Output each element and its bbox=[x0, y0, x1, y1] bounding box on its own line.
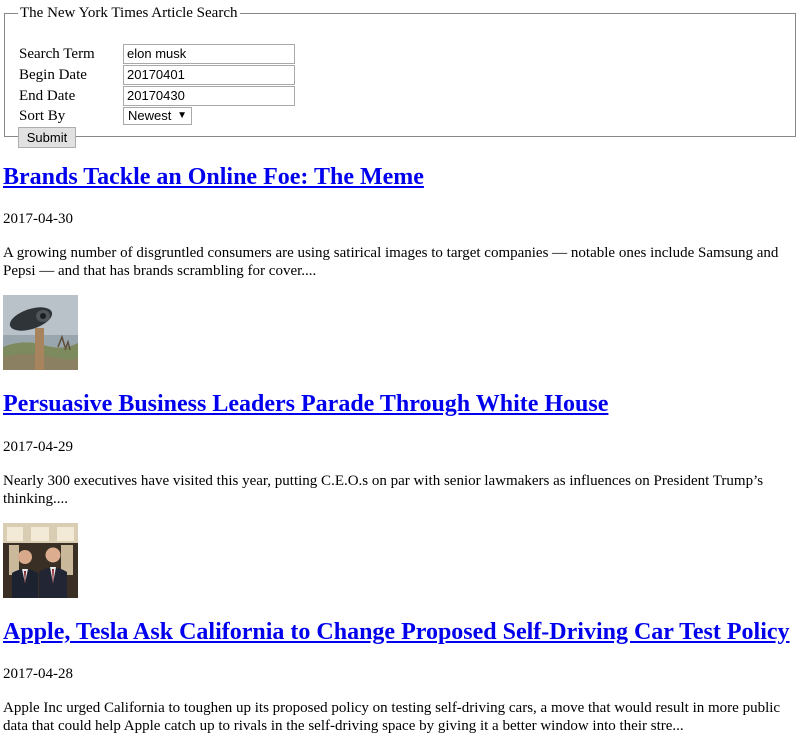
article-thumbnail bbox=[3, 523, 78, 598]
article-snippet: A growing number of disgruntled consumer… bbox=[3, 245, 779, 279]
end-date-label: End Date bbox=[19, 88, 76, 104]
search-form: The New York Times Article Search Search… bbox=[4, 5, 796, 148]
search-term-label: Search Term bbox=[19, 46, 95, 62]
two-executives-photo bbox=[3, 523, 78, 598]
article-date: 2017-04-28 bbox=[3, 666, 73, 682]
sort-by-label: Sort By bbox=[19, 108, 66, 124]
article-item: Apple, Tesla Ask California to Change Pr… bbox=[3, 618, 798, 734]
begin-date-label: Begin Date bbox=[19, 67, 87, 83]
chevron-down-icon: ▼ bbox=[177, 110, 187, 121]
article-date: 2017-04-29 bbox=[3, 439, 73, 455]
begin-date-input[interactable]: 20170401 bbox=[123, 65, 295, 85]
article-item: Brands Tackle an Online Foe: The Meme 20… bbox=[3, 163, 798, 370]
sort-by-selected-value: Newest bbox=[128, 108, 172, 123]
search-form-legend: The New York Times Article Search bbox=[20, 5, 238, 21]
article-snippet: Nearly 300 executives have visited this … bbox=[3, 473, 764, 507]
end-date-input[interactable]: 20170430 bbox=[123, 86, 295, 106]
article-title-link[interactable]: Brands Tackle an Online Foe: The Meme bbox=[3, 163, 798, 191]
ostrich-vr-headset-image bbox=[3, 295, 78, 370]
article-date: 2017-04-30 bbox=[3, 211, 73, 227]
article-snippet: Apple Inc urged California to toughen up… bbox=[3, 700, 781, 734]
article-title-link[interactable]: Persuasive Business Leaders Parade Throu… bbox=[3, 390, 798, 418]
submit-button[interactable]: Submit bbox=[18, 127, 76, 148]
search-term-input[interactable]: elon musk bbox=[123, 44, 295, 64]
sort-by-select[interactable]: Newest ▼ bbox=[123, 107, 192, 125]
article-title-link[interactable]: Apple, Tesla Ask California to Change Pr… bbox=[3, 618, 798, 646]
article-thumbnail bbox=[3, 295, 78, 370]
article-item: Persuasive Business Leaders Parade Throu… bbox=[3, 390, 798, 598]
